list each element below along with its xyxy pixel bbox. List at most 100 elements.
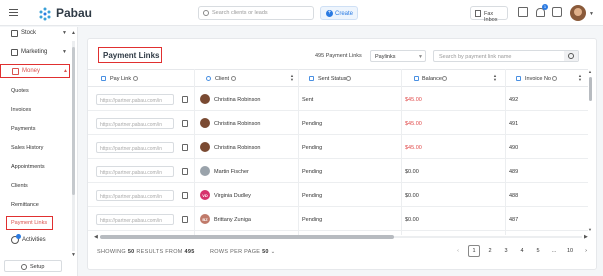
horizontal-scrollbar[interactable]: ◀ ▶ xyxy=(94,234,588,240)
scrollbar-thumb[interactable] xyxy=(100,235,394,239)
scroll-up-icon[interactable]: ▲ xyxy=(71,30,76,36)
sidebar-item-marketing[interactable]: Marketing ▼ xyxy=(0,46,70,60)
pay-link-field[interactable]: https://partner.pabau.com/in xyxy=(96,118,174,129)
column-header-client[interactable]: Client xyxy=(215,76,229,82)
sidebar-item-payments[interactable]: Payments xyxy=(11,126,35,132)
scroll-up-icon[interactable]: ▲ xyxy=(588,69,592,74)
plus-icon: + xyxy=(326,10,333,17)
sidebar-item-clients[interactable]: Clients xyxy=(11,183,28,189)
create-button[interactable]: + Create xyxy=(320,6,358,20)
scrollbar-thumb[interactable] xyxy=(72,47,75,195)
user-icon xyxy=(206,76,211,81)
client-name[interactable]: Brittany Zuniga xyxy=(214,217,251,223)
copy-icon[interactable] xyxy=(182,144,188,151)
client-name[interactable]: Christina Robinson xyxy=(214,145,260,151)
next-page-icon[interactable]: › xyxy=(580,245,592,257)
pay-link-field[interactable]: https://partner.pabau.com/in xyxy=(96,94,174,105)
rows-per-page-select[interactable]: ROWS PER PAGE 50 ⌄ xyxy=(210,249,276,255)
menu-icon[interactable] xyxy=(9,9,18,17)
pay-link-field[interactable]: https://partner.pabau.com/in xyxy=(96,214,174,225)
table-row[interactable]: https://partner.pabau.com/in Christina Ro… xyxy=(88,136,588,159)
page-button-2[interactable]: 2 xyxy=(484,245,496,257)
scrollbar-thumb[interactable] xyxy=(589,77,592,101)
setup-button[interactable]: Setup xyxy=(4,260,62,272)
copy-icon[interactable] xyxy=(182,216,188,223)
copy-icon[interactable] xyxy=(182,96,188,103)
table-row[interactable]: https://partner.pabau.com/in BZ Brittany Z… xyxy=(88,208,588,231)
sidebar-item-invoices[interactable]: Invoices xyxy=(11,107,31,113)
client-avatar xyxy=(200,94,210,104)
table-row[interactable]: https://partner.pabau.com/in Martin Fisch… xyxy=(88,160,588,183)
sidebar-item-quotes[interactable]: Quotes xyxy=(11,88,29,94)
sort-icon[interactable]: ▲ ▼ xyxy=(493,74,497,82)
scroll-down-icon[interactable]: ▼ xyxy=(588,227,592,232)
client-avatar: BZ xyxy=(200,214,210,224)
wallet-icon[interactable] xyxy=(552,7,562,17)
table-row[interactable]: https://partner.pabau.com/in Christina Ro… xyxy=(88,88,588,111)
column-header-sent-status[interactable]: Sent Status xyxy=(318,76,346,82)
pay-link-field[interactable]: https://partner.pabau.com/in xyxy=(96,190,174,201)
sort-icon[interactable]: ▲ ▼ xyxy=(290,74,294,82)
sidebar-item-sales-history[interactable]: Sales History xyxy=(11,145,43,151)
global-search-input[interactable]: Search clients or leads xyxy=(198,6,314,20)
sidebar-item-remittance[interactable]: Remittance xyxy=(11,202,39,208)
sent-status: Pending xyxy=(302,192,323,199)
table-row[interactable]: https://partner.pabau.com/in VD Virginia D… xyxy=(88,184,588,207)
copy-icon[interactable] xyxy=(182,120,188,127)
user-avatar[interactable] xyxy=(570,5,586,21)
scroll-down-icon[interactable]: ▼ xyxy=(71,252,76,258)
balance-value: $0.00 xyxy=(405,216,419,223)
pay-link-value: https://partner.pabau.com/in xyxy=(100,217,162,224)
sidebar-scrollbar[interactable] xyxy=(72,41,75,251)
copy-icon[interactable] xyxy=(182,192,188,199)
column-header-pay-link[interactable]: Pay Link xyxy=(110,76,131,82)
invoice-number: 490 xyxy=(509,144,519,151)
paylinks-filter-select[interactable]: Paylinks ▼ xyxy=(370,50,426,62)
prev-page-icon[interactable]: ‹ xyxy=(452,245,464,257)
pay-link-field[interactable]: https://partner.pabau.com/in xyxy=(96,166,174,177)
client-name[interactable]: Christina Robinson xyxy=(214,97,260,103)
calendar-icon[interactable] xyxy=(518,7,528,17)
balance-value: $0.00 xyxy=(405,168,419,175)
page-button-1[interactable]: 1 xyxy=(468,245,480,257)
client-name[interactable]: Christina Robinson xyxy=(214,121,260,127)
sidebar-item-appointments[interactable]: Appointments xyxy=(11,164,45,170)
client-name[interactable]: Virginia Dudley xyxy=(214,193,251,199)
page-button-4[interactable]: 4 xyxy=(516,245,528,257)
info-icon[interactable] xyxy=(133,76,138,81)
info-icon[interactable] xyxy=(552,76,557,81)
info-icon[interactable] xyxy=(442,76,447,81)
fax-inbox-button[interactable]: Fax Inbox xyxy=(470,6,508,23)
pay-link-field[interactable]: https://partner.pabau.com/in xyxy=(96,142,174,153)
page-button-5[interactable]: 5 xyxy=(532,245,544,257)
page-ellipsis[interactable]: ... xyxy=(548,245,560,257)
column-header-invoice-no[interactable]: Invoice No xyxy=(525,76,551,82)
payment-link-search-input[interactable]: Search by payment link name xyxy=(433,50,579,62)
client-name[interactable]: Martin Fischer xyxy=(214,169,249,175)
invoice-number: 491 xyxy=(509,120,519,127)
search-icon[interactable] xyxy=(564,51,578,61)
sidebar-item-activities[interactable]: Activities xyxy=(22,237,46,243)
vertical-scrollbar[interactable]: ▲ ▼ xyxy=(588,69,592,235)
sort-icon[interactable]: ▲ ▼ xyxy=(578,74,582,82)
copy-icon[interactable] xyxy=(182,168,188,175)
info-icon[interactable] xyxy=(231,76,236,81)
fax-label: Fax Inbox xyxy=(484,10,498,23)
sidebar-item-money[interactable]: Money ▲ xyxy=(0,64,70,78)
sidebar-item-payment-links[interactable]: Payment Links xyxy=(6,216,53,230)
send-icon xyxy=(309,76,314,81)
result-count: 495 Payment Links xyxy=(315,53,362,59)
search-placeholder: Search by payment link name xyxy=(439,53,512,60)
client-avatar xyxy=(200,142,210,152)
sidebar-item-stock[interactable]: Stock ▼ xyxy=(0,27,70,41)
fax-icon xyxy=(475,10,481,17)
page-button-10[interactable]: 10 xyxy=(564,245,576,257)
table-row[interactable]: https://partner.pabau.com/in Christina Ro… xyxy=(88,112,588,135)
column-header-balance[interactable]: Balance xyxy=(422,76,442,82)
scroll-left-icon[interactable]: ◀ xyxy=(94,234,98,240)
showing-prefix: SHOWING xyxy=(97,249,126,255)
page-button-3[interactable]: 3 xyxy=(500,245,512,257)
sidebar-item-label: Stock xyxy=(21,30,37,36)
info-icon[interactable] xyxy=(346,76,351,81)
chevron-down-icon[interactable]: ▼ xyxy=(589,11,594,17)
